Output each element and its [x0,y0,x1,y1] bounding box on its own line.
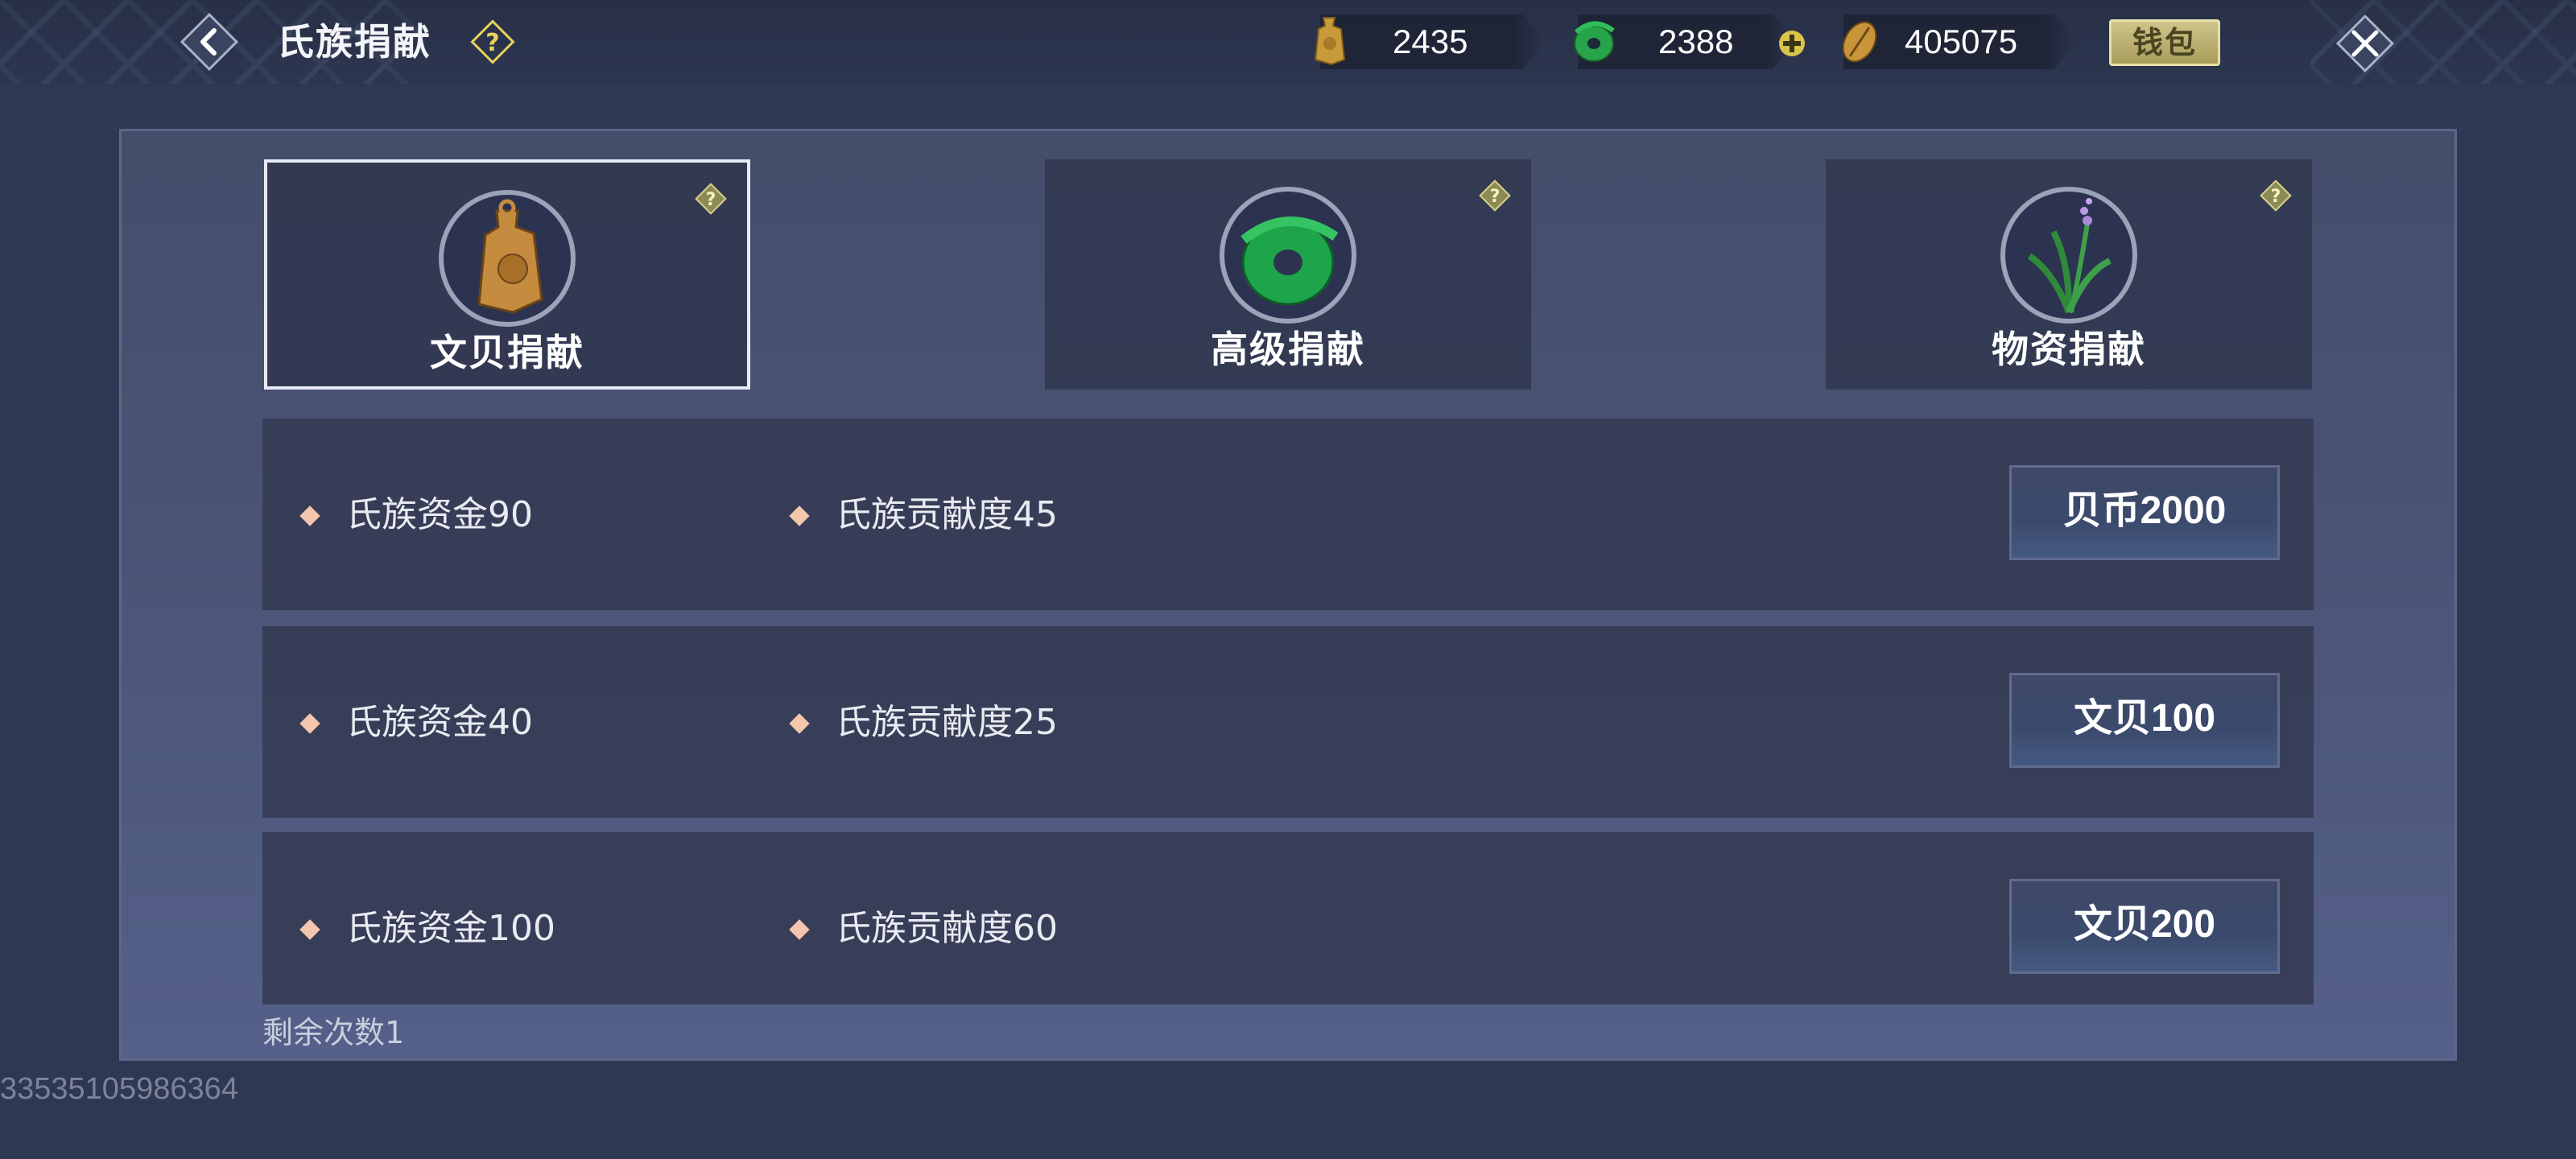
jade-coin-icon [1565,11,1623,69]
currency-value-bronze: 2435 [1393,23,1468,60]
donate-button[interactable]: 文贝100 [2009,673,2280,768]
add-jade-button[interactable] [1776,27,1808,60]
bullet-diamond-icon [299,505,320,526]
user-id: 33535105986364 [0,1072,238,1106]
bullet-diamond-icon [789,713,810,734]
tab-advanced-donation[interactable]: 高级捐献 ? [1045,159,1531,390]
back-arrow-icon [180,12,239,72]
question-icon[interactable]: ? [1478,179,1512,212]
bronze-coin-icon [439,190,576,327]
clan-fund-reward: 氏族资金90 [346,494,533,535]
tab-label: 高级捐献 [1211,328,1365,371]
question-icon[interactable]: ? [2259,179,2293,212]
bronze-coin-icon [1299,11,1357,69]
bullet-diamond-icon [789,505,810,526]
shell-coin-icon [1831,11,1889,69]
svg-text:?: ? [2271,187,2281,207]
wallet-button[interactable]: 钱包 [2109,19,2220,66]
question-icon[interactable]: ? [694,182,728,216]
remaining-count: 剩余次数1 [262,1015,405,1050]
question-icon: ? [470,19,515,64]
tab-label: 文贝捐献 [430,331,584,374]
back-button[interactable] [179,11,240,72]
clan-contribution-reward: 氏族贡献度25 [836,702,1058,743]
svg-text:?: ? [485,29,499,57]
herb-icon [2000,187,2137,324]
bullet-diamond-icon [299,919,320,940]
clan-fund-reward: 氏族资金100 [346,908,555,949]
svg-text:?: ? [706,190,716,210]
top-bar: 氏族捐献 ? 2435 2388 405075 钱包 [0,0,2576,84]
close-icon [2335,14,2395,73]
help-button[interactable]: ? [469,18,517,66]
close-button[interactable] [2333,11,2397,76]
bullet-diamond-icon [789,919,810,940]
donation-option-row: 氏族资金90 氏族贡献度45 贝币2000 [262,419,2314,610]
donation-option-row: 氏族资金100 氏族贡献度60 文贝200 [262,832,2314,1004]
donate-button[interactable]: 文贝200 [2009,879,2280,974]
bullet-diamond-icon [299,713,320,734]
page-title: 氏族捐献 [277,20,431,64]
donation-option-row: 氏族资金40 氏族贡献度25 文贝100 [262,626,2314,818]
jade-coin-icon [1220,187,1356,324]
currency-value-shell: 405075 [1905,23,2018,60]
svg-text:?: ? [1490,187,1501,207]
tab-material-donation[interactable]: 物资捐献 ? [1826,159,2312,390]
currency-value-jade: 2388 [1658,23,1734,60]
tab-wenbei-donation[interactable]: 文贝捐献 ? [264,159,750,390]
plus-icon [1779,31,1805,56]
clan-fund-reward: 氏族资金40 [346,702,533,743]
clan-contribution-reward: 氏族贡献度45 [836,494,1058,535]
tab-label: 物资捐献 [1992,328,2146,371]
donate-button[interactable]: 贝币2000 [2009,465,2280,560]
clan-contribution-reward: 氏族贡献度60 [836,908,1058,949]
